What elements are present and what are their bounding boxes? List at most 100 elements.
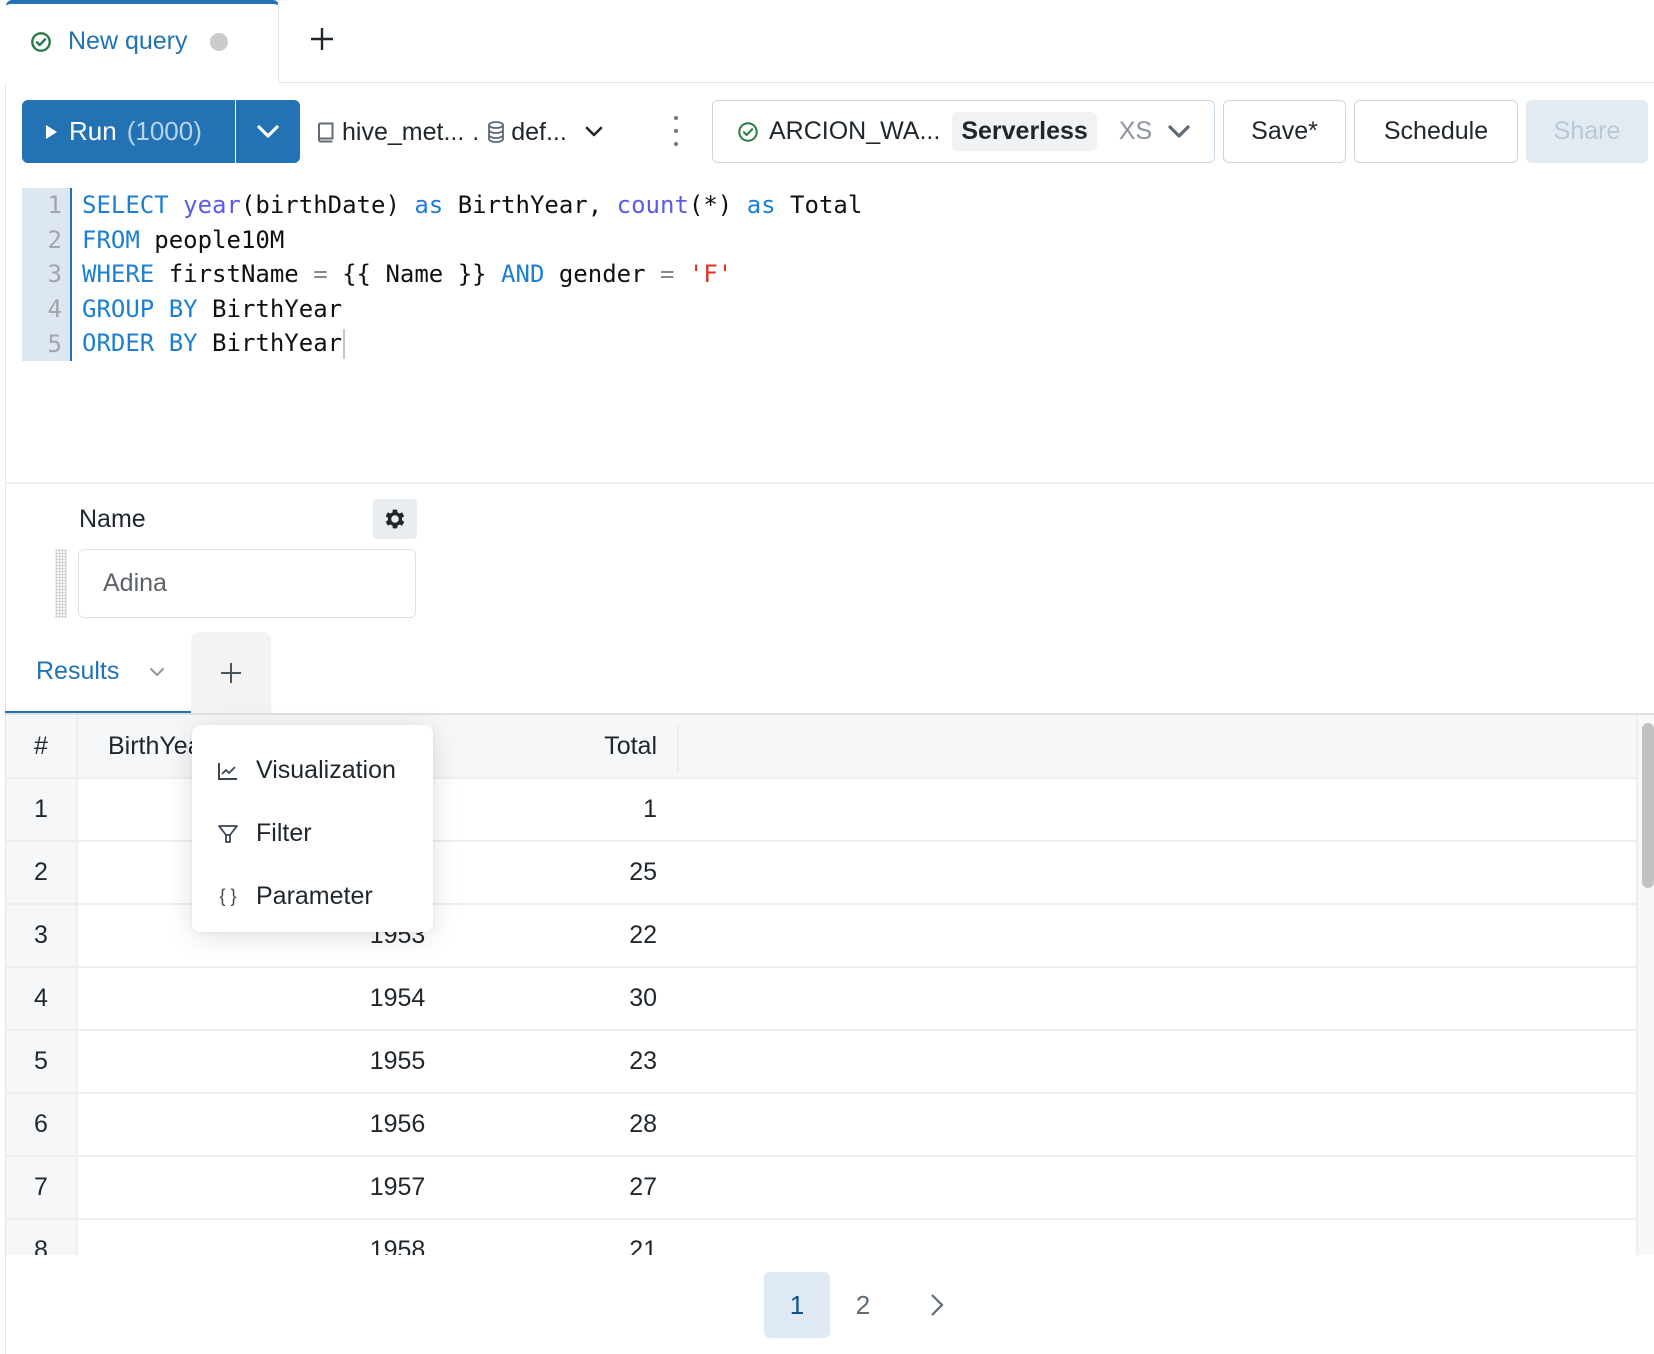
line-chart-icon: [216, 761, 240, 781]
menu-item-visualization[interactable]: Visualization: [192, 739, 433, 802]
parameter-name-input[interactable]: Adina: [78, 549, 416, 618]
run-options-dropdown[interactable]: [236, 100, 300, 163]
results-tab-label: Results: [36, 657, 120, 685]
editor-line[interactable]: 3 WHERE firstName = {{ Name }} AND gender…: [22, 257, 1642, 292]
column-resize-handle[interactable]: [677, 725, 679, 773]
parameter-settings-button[interactable]: [373, 499, 417, 539]
code-text: FROM people10M: [72, 226, 284, 254]
birthyear-cell: 1958: [77, 1219, 597, 1255]
chevron-down-icon: [1168, 124, 1190, 138]
parameter-label: Name: [79, 505, 146, 533]
gear-icon: [385, 509, 405, 529]
token-text: (*): [688, 191, 747, 220]
filler-cell: [677, 778, 1636, 842]
catalog-selector[interactable]: hive_met...: [316, 118, 464, 147]
row-index-cell: 1: [6, 778, 78, 842]
token-text: Total: [775, 191, 863, 220]
add-tab-button[interactable]: [305, 22, 339, 56]
results-tab-bar: Results: [5, 632, 1654, 715]
menu-item-parameter[interactable]: { } Parameter: [192, 865, 433, 928]
tab-results[interactable]: Results: [5, 632, 191, 715]
save-button[interactable]: Save*: [1223, 100, 1346, 163]
table-row[interactable]: 8 1958 21: [6, 1219, 1636, 1255]
token-text: BirthYear: [197, 295, 343, 324]
filler-cell: [677, 967, 1636, 1031]
token-string: 'F': [688, 260, 733, 289]
token-keyword: as: [746, 191, 776, 220]
table-row[interactable]: 6 1956 28: [6, 1093, 1636, 1157]
menu-item-label: Parameter: [256, 882, 373, 910]
schema-selector[interactable]: def...: [487, 118, 567, 147]
braces-icon: { }: [219, 886, 237, 906]
sql-editor[interactable]: 1 SELECT year(birthDate) as BirthYear, co…: [22, 188, 1642, 478]
birthyear-cell: 1957: [77, 1156, 597, 1220]
token-text: BirthYear,: [443, 191, 617, 220]
editor-line[interactable]: 2 FROM people10M: [22, 222, 1642, 258]
plus-icon: [221, 662, 241, 683]
kebab-dot: [674, 129, 678, 133]
warehouse-selector[interactable]: ARCION_WA... Serverless XS: [712, 100, 1215, 163]
code-text: ORDER BY BirthYear: [72, 328, 346, 359]
page-button-1[interactable]: 1: [764, 1272, 830, 1338]
parameter-drag-handle[interactable]: [55, 549, 67, 618]
token-keyword: GROUP BY: [82, 295, 198, 324]
token-operator: =: [660, 260, 675, 289]
chevron-down-icon: [257, 124, 279, 138]
token-function: year: [183, 191, 241, 220]
filler-cell: [677, 1093, 1636, 1157]
total-cell: 23: [597, 1030, 677, 1094]
editor-line[interactable]: 5 ORDER BY BirthYear: [22, 326, 1642, 361]
total-cell: 27: [597, 1156, 677, 1220]
plus-icon: [311, 28, 333, 50]
token-text: BirthYear: [197, 328, 343, 357]
chevron-down-icon[interactable]: [149, 667, 165, 677]
table-row[interactable]: 5 1955 23: [6, 1030, 1636, 1094]
menu-item-filter[interactable]: Filter: [192, 802, 433, 865]
row-index-cell: 2: [6, 841, 78, 905]
table-row[interactable]: 7 1957 27: [6, 1156, 1636, 1220]
filler-cell: [677, 841, 1636, 905]
book-icon: [318, 122, 334, 143]
chevron-right-icon: [931, 1294, 944, 1316]
query-tab-new-query[interactable]: New query: [6, 0, 279, 83]
line-number: 3: [22, 257, 72, 292]
row-index-cell: 3: [6, 904, 78, 968]
filler-cell: [677, 1156, 1636, 1220]
warehouse-size: XS: [1118, 117, 1153, 145]
play-icon: [46, 124, 57, 139]
pagination: 12: [764, 1272, 970, 1338]
editor-divider[interactable]: [5, 482, 1654, 484]
add-visualization-button[interactable]: [191, 632, 271, 713]
birthyear-cell: 1955: [77, 1030, 597, 1094]
menu-item-label: Filter: [256, 819, 312, 847]
add-dropdown-menu: Visualization Filter { } Parameter: [192, 725, 433, 932]
run-button[interactable]: Run (1000): [22, 100, 236, 163]
token-operator: =: [313, 260, 328, 289]
filler-cell: [677, 904, 1636, 968]
table-row[interactable]: 4 1954 30: [6, 967, 1636, 1031]
row-index-cell: 7: [6, 1156, 78, 1220]
editor-line[interactable]: 4 GROUP BY BirthYear: [22, 291, 1642, 327]
code-text: SELECT year(birthDate) as BirthYear, cou…: [72, 191, 862, 219]
next-page-button[interactable]: [904, 1272, 970, 1338]
schedule-button[interactable]: Schedule: [1354, 100, 1518, 163]
share-button[interactable]: Share: [1526, 100, 1648, 163]
row-index-cell: 5: [6, 1030, 78, 1094]
total-cell: 30: [597, 967, 677, 1031]
column-header-index[interactable]: #: [6, 715, 78, 779]
row-index-cell: 6: [6, 1093, 78, 1157]
editor-line[interactable]: 1 SELECT year(birthDate) as BirthYear, co…: [22, 188, 1642, 223]
page-button-2[interactable]: 2: [830, 1272, 896, 1338]
warehouse-name: ARCION_WA...: [769, 117, 941, 145]
scrollbar-thumb[interactable]: [1642, 723, 1654, 888]
results-vertical-scrollbar[interactable]: [1636, 715, 1654, 1255]
total-cell: 22: [597, 904, 677, 968]
total-cell: 21: [597, 1219, 677, 1255]
chevron-down-icon: [585, 126, 603, 137]
catalog-schema-selector[interactable]: hive_met... . def...: [316, 112, 609, 152]
token-text: (birthDate): [240, 191, 415, 220]
catalog-name: hive_met...: [342, 117, 465, 146]
column-header-total[interactable]: Total: [597, 715, 677, 779]
more-options-button[interactable]: [668, 113, 684, 149]
